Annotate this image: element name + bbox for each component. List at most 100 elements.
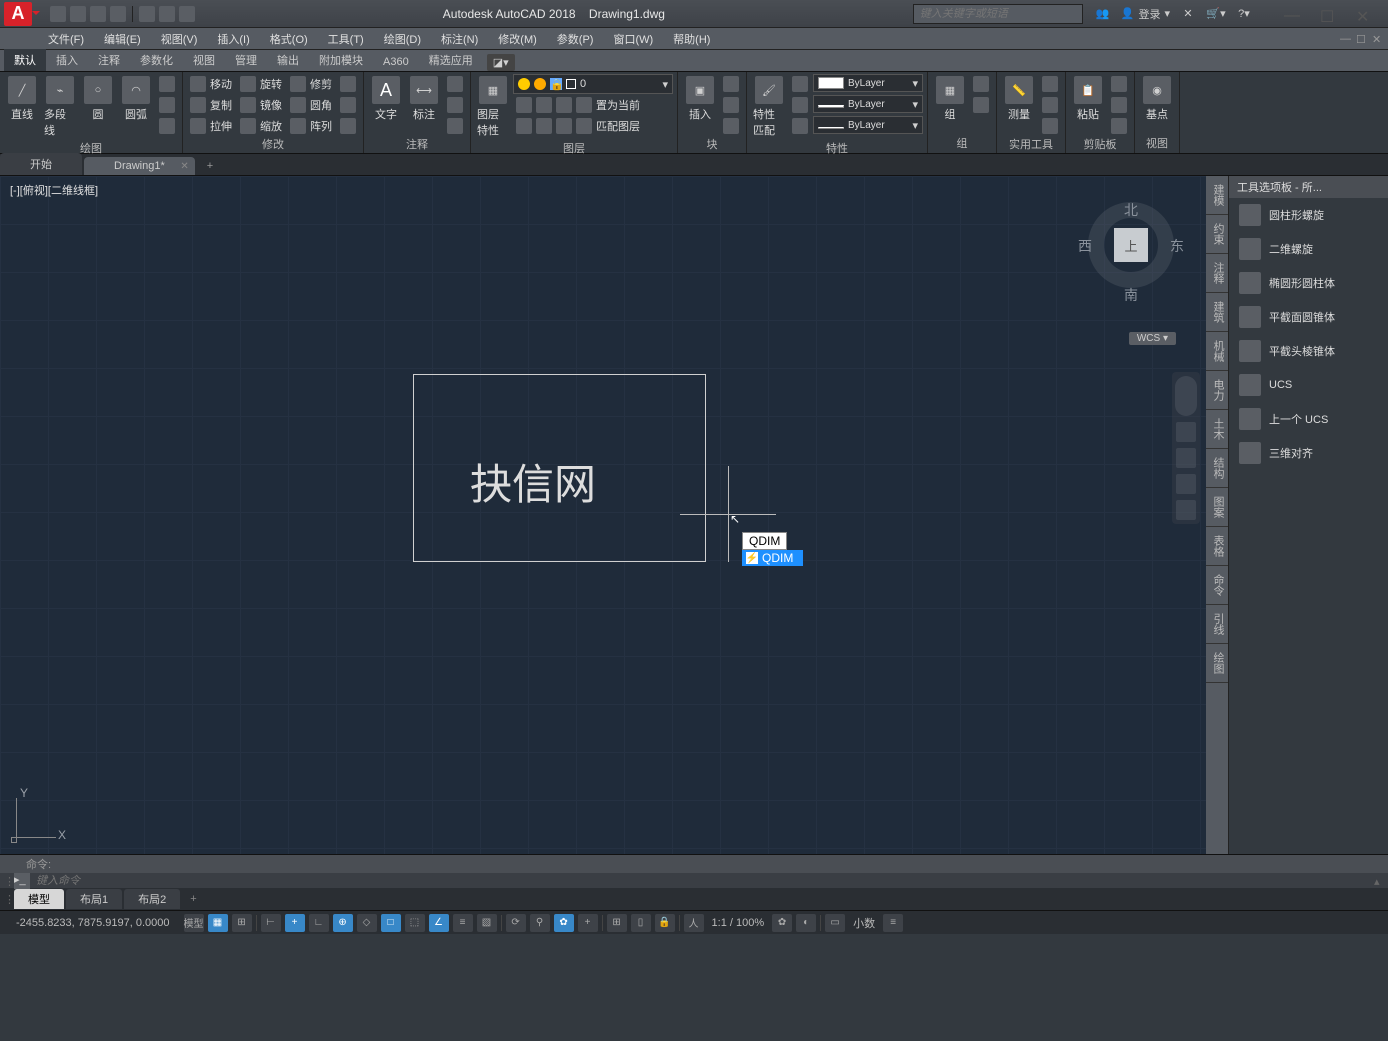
qat-new-icon[interactable] (50, 6, 66, 22)
tool-ucs-previous[interactable]: 上一个 UCS (1229, 402, 1388, 436)
qat-saveas-icon[interactable] (110, 6, 126, 22)
fillet-button[interactable]: 圆角 (287, 95, 335, 115)
ribbon-tab-manage[interactable]: 管理 (225, 49, 267, 71)
dynamic-input[interactable]: QDIM (742, 532, 787, 550)
util-sm-2[interactable] (1039, 95, 1061, 115)
units-display[interactable]: 小数 (849, 915, 879, 931)
menu-format[interactable]: 格式(O) (260, 28, 318, 49)
tool-elliptical-cylinder[interactable]: 椭圆形圆柱体 (1229, 266, 1388, 300)
annot-sm-3[interactable] (444, 116, 466, 136)
viewcube-east[interactable]: 东 (1170, 236, 1184, 256)
palette-tab-2[interactable]: 注释 (1206, 254, 1228, 293)
array-button[interactable]: 阵列 (287, 116, 335, 136)
selection-cycling-toggle[interactable]: ⟳ (506, 914, 526, 932)
layer-row-2[interactable]: 匹配图层 (513, 116, 643, 136)
polar-toggle[interactable]: ⊕ (333, 914, 353, 932)
search-icon[interactable]: 👥 (1093, 4, 1113, 24)
coordinates-display[interactable]: -2455.8233, 7875.9197, 0.0000 (16, 917, 170, 929)
qat-save-icon[interactable] (90, 6, 106, 22)
menu-edit[interactable]: 编辑(E) (94, 28, 151, 49)
layer-properties-button[interactable]: ▦图层特性 (475, 74, 511, 140)
circle-button[interactable]: ○圆 (80, 74, 116, 124)
prop-sm-1[interactable] (789, 74, 811, 94)
text-button[interactable]: A文字 (368, 74, 404, 124)
viewcube-north[interactable]: 北 (1124, 200, 1138, 220)
block-sm-1[interactable] (720, 74, 742, 94)
layer-row-1[interactable]: 置为当前 (513, 95, 643, 115)
autocomplete-suggestion[interactable]: QDIM (742, 550, 803, 566)
group-sm-2[interactable] (970, 95, 992, 115)
zoom-icon[interactable] (1176, 448, 1196, 468)
block-sm-3[interactable] (720, 116, 742, 136)
tool-frustum-pyramid[interactable]: 平截头棱锥体 (1229, 334, 1388, 368)
palette-tab-12[interactable]: 绘图 (1206, 644, 1228, 683)
minimize-button[interactable]: — (1284, 7, 1298, 21)
clean-screen[interactable]: ▭ (825, 914, 845, 932)
tool-helix[interactable]: 圆柱形螺旋 (1229, 198, 1388, 232)
menu-draw[interactable]: 绘图(D) (374, 28, 431, 49)
layer-dropdown[interactable]: 🔒 0▾ (513, 74, 673, 94)
linetype-dropdown[interactable]: ByLayer▾ (813, 116, 923, 134)
commandline-handle[interactable]: ⋮⋮ (4, 875, 14, 888)
line-button[interactable]: ╱直线 (4, 74, 40, 124)
palette-tab-9[interactable]: 表格 (1206, 527, 1228, 566)
layout-tab-1[interactable]: 布局1 (66, 889, 122, 909)
modify-sm-2[interactable] (337, 95, 359, 115)
customization-button[interactable]: ≡ (883, 914, 903, 932)
ribbon-tab-home[interactable]: 默认 (4, 49, 46, 71)
color-dropdown[interactable]: ByLayer▾ (813, 74, 923, 92)
tool-spiral[interactable]: 二维螺旋 (1229, 232, 1388, 266)
palette-tab-3[interactable]: 建筑 (1206, 293, 1228, 332)
qat-redo-icon[interactable] (179, 6, 195, 22)
palette-tab-5[interactable]: 电力 (1206, 371, 1228, 410)
menu-dimension[interactable]: 标注(N) (431, 28, 488, 49)
palette-tab-7[interactable]: 结构 (1206, 449, 1228, 488)
ribbon-tab-insert[interactable]: 插入 (46, 49, 88, 71)
menu-insert[interactable]: 插入(I) (207, 28, 259, 49)
viewcube[interactable]: 上 北 南 东 西 (1076, 190, 1186, 300)
commandline-input[interactable] (34, 873, 1374, 889)
qat-plot-icon[interactable] (139, 6, 155, 22)
layout-tab-model[interactable]: 模型 (14, 889, 64, 909)
measure-button[interactable]: 📏测量 (1001, 74, 1037, 124)
lock-ui[interactable]: 🔒 (655, 914, 675, 932)
ribbon-tab-addins[interactable]: 附加模块 (309, 49, 373, 71)
palette-tab-8[interactable]: 图案 (1206, 488, 1228, 527)
viewcube-top-face[interactable]: 上 (1114, 228, 1148, 262)
doc-tab-start[interactable]: 开始 (0, 153, 82, 175)
rotate-button[interactable]: 旋转 (237, 74, 285, 94)
doc-restore-button[interactable]: ☐ (1356, 33, 1368, 45)
draw-small-3[interactable] (156, 116, 178, 136)
cart-icon[interactable]: 🛒▾ (1206, 4, 1226, 24)
isolate-objects[interactable]: ◐ (796, 914, 816, 932)
maximize-button[interactable]: ☐ (1320, 7, 1334, 21)
ribbon-tab-output[interactable]: 输出 (267, 49, 309, 71)
scale-button[interactable]: 缩放 (237, 116, 285, 136)
workspace-switching[interactable]: ✿ (554, 914, 574, 932)
tool-ucs[interactable]: UCS (1229, 368, 1388, 402)
lineweight-toggle[interactable]: ≡ (453, 914, 473, 932)
ribbon-tab-view[interactable]: 视图 (183, 49, 225, 71)
snap-toggle[interactable]: ⊞ (232, 914, 252, 932)
panel-title-group[interactable]: 组 (932, 135, 992, 151)
ribbon-tab-ext-icon[interactable]: ◪▾ (487, 54, 515, 71)
infer-toggle[interactable]: ⊢ (261, 914, 281, 932)
menu-tools[interactable]: 工具(T) (318, 28, 374, 49)
palette-tab-1[interactable]: 约束 (1206, 215, 1228, 254)
ribbon-tab-featured[interactable]: 精选应用 (419, 49, 483, 71)
palette-tab-10[interactable]: 命令 (1206, 566, 1228, 605)
panel-title-block[interactable]: 块 (682, 136, 742, 152)
group-button[interactable]: ▦组 (932, 74, 968, 124)
close-button[interactable]: ✕ (1356, 7, 1370, 21)
ortho-toggle[interactable]: ∟ (309, 914, 329, 932)
layout-tab-add-button[interactable]: + (182, 891, 204, 907)
palette-tab-11[interactable]: 引线 (1206, 605, 1228, 644)
commandline-recent-icon[interactable]: ▴ (1374, 875, 1384, 888)
copy-button[interactable]: 复制 (187, 95, 235, 115)
orbit-icon[interactable] (1176, 474, 1196, 494)
doc-tab-close-icon[interactable]: ✕ (180, 161, 188, 172)
signin-button[interactable]: 👤 登录 ▾ (1121, 6, 1170, 22)
mirror-button[interactable]: 镜像 (237, 95, 285, 115)
steering-wheel-icon[interactable] (1175, 376, 1197, 416)
wcs-label[interactable]: WCS ▾ (1129, 332, 1176, 345)
